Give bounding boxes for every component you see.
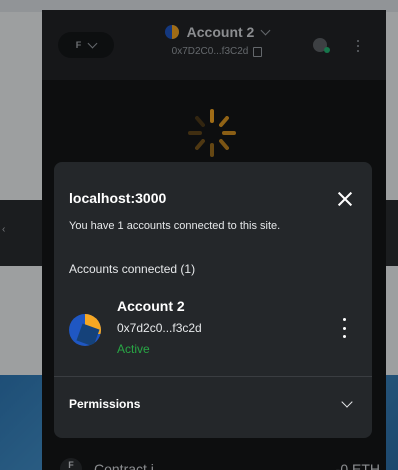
- connected-account-name: Account 2: [117, 298, 185, 314]
- divider: [54, 376, 372, 377]
- connected-sites-modal: localhost:3000 You have 1 accounts conne…: [54, 162, 372, 438]
- connected-account-address: 0x7d2c0...f3c2d: [117, 321, 202, 335]
- kebab-menu-icon[interactable]: [339, 318, 349, 338]
- accounts-connected-label: Accounts connected (1): [69, 262, 196, 276]
- modal-title: localhost:3000: [69, 190, 167, 206]
- close-icon[interactable]: [334, 188, 356, 210]
- connected-account-row[interactable]: Account 2 0x7d2c0...f3c2d Active: [69, 298, 359, 368]
- chevron-down-icon: [341, 396, 353, 408]
- modal-subtitle: You have 1 accounts connected to this si…: [69, 220, 281, 232]
- account-avatar-icon: [69, 314, 101, 346]
- connected-account-status: Active: [117, 342, 150, 356]
- permissions-toggle[interactable]: Permissions: [69, 392, 359, 416]
- permissions-label: Permissions: [69, 397, 141, 411]
